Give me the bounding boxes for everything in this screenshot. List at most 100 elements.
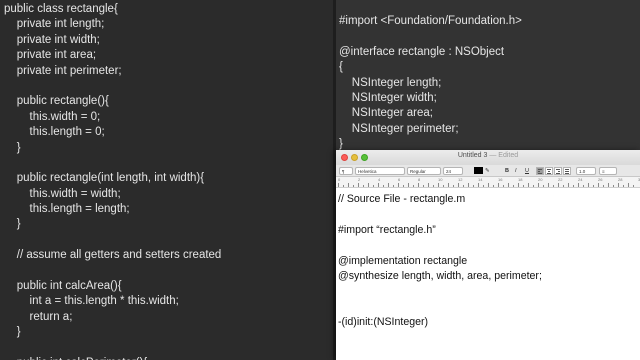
document-line: @implementation rectangle [338, 254, 468, 267]
objc-header-code-block: #import <Foundation/Foundation.h> @interf… [339, 14, 522, 153]
ruler-tick [633, 185, 634, 187]
document-line: @synthesize length, width, area, perimet… [338, 269, 542, 282]
ruler-tick [583, 185, 584, 187]
ruler-tick [548, 183, 549, 187]
line-spacing-menu[interactable]: 1.0 [576, 167, 596, 175]
ruler-tick [373, 185, 374, 187]
ruler-tick [513, 185, 514, 187]
ruler-tick [423, 185, 424, 187]
bold-button[interactable]: B [505, 167, 509, 175]
ruler-number: 2 [358, 177, 361, 182]
code-line: public int calcPerimeter(){ [4, 356, 221, 360]
ruler-number: 24 [578, 177, 583, 182]
ruler-tick [623, 185, 624, 187]
code-line: private int width; [4, 33, 100, 46]
code-line: this.length = length; [4, 203, 130, 216]
ruler-tick [533, 185, 534, 187]
code-line: } [4, 218, 21, 231]
ruler-tick [518, 183, 519, 187]
ruler-tick [503, 185, 504, 187]
ruler-tick [628, 183, 629, 187]
text-color-well[interactable] [474, 167, 483, 174]
ruler-tick [358, 183, 359, 187]
ruler-tick [403, 185, 404, 187]
code-line: } [4, 141, 21, 154]
document-line: -(id)init:(NSInteger) [338, 316, 429, 329]
code-line: int a = this.length * this.width; [4, 295, 179, 308]
ruler-number: 8 [418, 177, 421, 182]
font-family-menu[interactable]: Helvetica [355, 167, 405, 175]
ruler-tick [578, 183, 579, 187]
left-code-pane: public class rectangle{ private int leng… [0, 0, 333, 360]
ruler-tick [458, 183, 459, 187]
ruler-tick [468, 183, 469, 187]
ruler-tick [383, 185, 384, 187]
underline-button[interactable]: U [525, 167, 529, 175]
ruler-tick [343, 185, 344, 187]
ruler-tick [443, 185, 444, 187]
code-line: public class rectangle{ [4, 3, 118, 15]
ruler-tick [448, 183, 449, 187]
ruler-tick [558, 183, 559, 187]
ruler-tick [408, 183, 409, 187]
ruler-tick [488, 183, 489, 187]
ruler-tick [363, 185, 364, 187]
ruler-tick [508, 183, 509, 187]
ruler-tick [603, 185, 604, 187]
ruler-tick [418, 183, 419, 187]
ruler-tick [538, 183, 539, 187]
ruler-tick [573, 185, 574, 187]
ruler-tick [438, 183, 439, 187]
ruler-tick [618, 183, 619, 187]
code-line: public int calcArea(){ [4, 280, 122, 293]
ruler-tick [393, 185, 394, 187]
document-text-area[interactable]: // Source File - rectangle.m #import “rec… [338, 192, 638, 331]
ruler-tick [433, 185, 434, 187]
code-line: private int perimeter; [4, 64, 122, 77]
code-line: #import <Foundation/Foundation.h> [339, 15, 522, 27]
ruler-tick [608, 183, 609, 187]
code-line: this.length = 0; [4, 126, 105, 139]
font-size-menu[interactable]: 24 [443, 167, 463, 175]
ruler-tick [348, 183, 349, 187]
ruler-tick [598, 183, 599, 187]
align-right-button[interactable] [554, 167, 562, 175]
align-center-button[interactable] [545, 167, 553, 175]
ruler-number: 12 [458, 177, 463, 182]
font-style-menu[interactable]: Regular [407, 167, 441, 175]
ruler-tick [368, 183, 369, 187]
ruler-tick [498, 183, 499, 187]
highlight-color-icon[interactable]: ✎ [485, 167, 490, 175]
justify-button[interactable] [563, 167, 571, 175]
code-line: NSInteger width; [339, 91, 437, 104]
window-titlebar[interactable]: Untitled 3 — Edited [336, 150, 640, 165]
ruler-tick [493, 185, 494, 187]
ruler-tick [563, 185, 564, 187]
list-menu[interactable]: ≡ [599, 167, 617, 175]
ruler[interactable]: 024681012141618202224262830 [336, 177, 640, 188]
ruler-tick [353, 185, 354, 187]
code-line: } [4, 326, 21, 339]
ruler-number: 20 [538, 177, 543, 182]
ruler-tick [593, 185, 594, 187]
code-line: { [339, 61, 343, 74]
window-title: Untitled 3 — Edited [336, 152, 640, 159]
ruler-tick [428, 183, 429, 187]
ruler-tick [463, 185, 464, 187]
ruler-tick [398, 183, 399, 187]
ruler-number: 18 [518, 177, 523, 182]
paragraph-style-menu[interactable]: ¶ [339, 167, 353, 175]
italic-button[interactable]: I [515, 167, 517, 175]
ruler-tick [553, 185, 554, 187]
align-left-button[interactable] [536, 167, 544, 175]
ruler-tick [453, 185, 454, 187]
ruler-tick [388, 183, 389, 187]
format-toolbar: ¶ Helvetica Regular 24 ✎ B I U 1.0 ≡ [336, 165, 640, 177]
ruler-tick [478, 183, 479, 187]
